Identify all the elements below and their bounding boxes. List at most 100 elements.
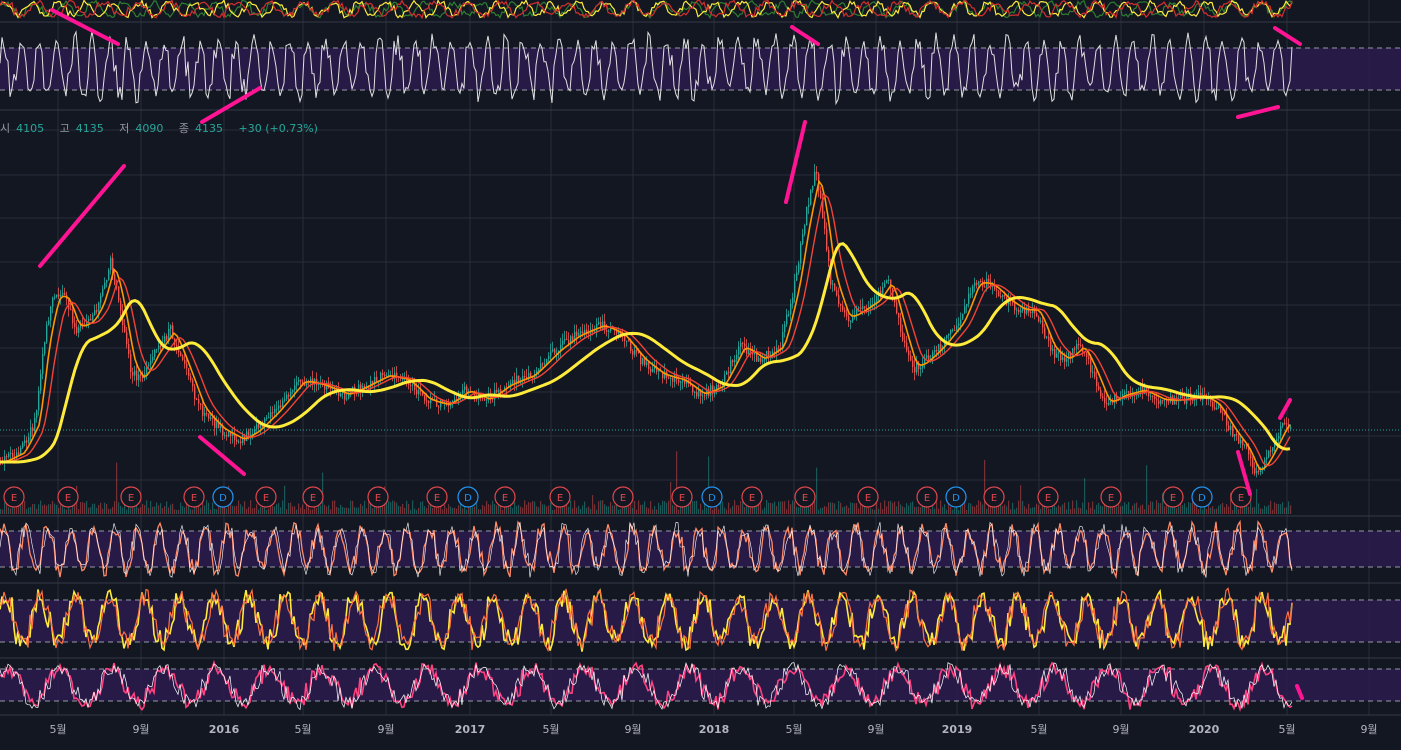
stock-chart[interactable]: E E E E D E E E E D E E E E D E E E E D E E E E D E 5월 9월 2016 5월 9월 2… (0, 0, 1401, 750)
time-axis-label: 9월 (1360, 723, 1377, 736)
volume-bar (840, 502, 842, 514)
event-label: E (1045, 493, 1051, 504)
volume-bar (350, 500, 352, 514)
candle (1270, 450, 1272, 452)
volume-bar (694, 501, 696, 514)
volume-bar (456, 508, 458, 514)
candle (826, 228, 828, 251)
earnings-marker[interactable]: E (1100, 486, 1122, 508)
volume-bar (766, 500, 768, 514)
earnings-marker[interactable]: E (426, 486, 448, 508)
candle (824, 218, 826, 229)
time-axis-label: 2020 (1189, 723, 1220, 736)
volume-bar (256, 504, 258, 514)
volume-bar (1024, 506, 1026, 514)
volume-bar (880, 502, 882, 514)
volume-bar (586, 507, 588, 514)
candle (976, 282, 978, 285)
candle (256, 424, 258, 430)
volume-bar (538, 507, 540, 514)
dividend-marker[interactable]: D (212, 486, 234, 508)
earnings-marker[interactable]: E (367, 486, 389, 508)
candle (804, 225, 806, 234)
event-label: E (802, 493, 808, 504)
volume-bar (400, 506, 402, 514)
volume-bar (872, 509, 874, 514)
earnings-marker[interactable]: E (1162, 486, 1184, 508)
volume-bar (162, 507, 164, 514)
earnings-marker[interactable]: E (671, 486, 693, 508)
candle (746, 346, 748, 355)
candle (190, 376, 192, 380)
earnings-marker[interactable]: E (494, 486, 516, 508)
volume-bar (640, 504, 642, 514)
earnings-marker[interactable]: E (741, 486, 763, 508)
earnings-marker[interactable]: E (612, 486, 634, 508)
volume-bar (336, 506, 338, 514)
volume-bar (1222, 502, 1224, 514)
candle (74, 323, 76, 327)
earnings-marker[interactable]: E (857, 486, 879, 508)
dividend-marker[interactable]: D (701, 486, 723, 508)
volume-bar (492, 500, 494, 514)
candle (554, 349, 556, 354)
event-label: E (557, 493, 563, 504)
candle (1226, 415, 1228, 426)
volume-bar (444, 504, 446, 514)
volume-bar (1148, 504, 1150, 514)
volume-bar (1086, 509, 1088, 514)
volume-bar (198, 505, 200, 514)
earnings-marker[interactable]: E (1037, 486, 1059, 508)
volume-bar (1158, 502, 1160, 514)
candle (76, 326, 78, 333)
volume-bar (778, 501, 780, 514)
candle (886, 280, 888, 284)
volume-bar (1182, 505, 1184, 514)
volume-bar (960, 505, 962, 514)
change-value: +30 (+0.73%) (238, 122, 318, 135)
earnings-marker[interactable]: E (57, 486, 79, 508)
candle (138, 374, 140, 381)
candle (1042, 320, 1044, 328)
volume-bar (566, 505, 568, 514)
volume-bar (44, 504, 46, 514)
volume-bar (190, 509, 192, 514)
volume-bar (590, 508, 592, 514)
volume-bar (428, 504, 430, 514)
volume-bar (906, 503, 908, 514)
earnings-marker[interactable]: E (120, 486, 142, 508)
earnings-marker[interactable]: E (3, 486, 25, 508)
candle (1152, 395, 1154, 397)
earnings-marker[interactable]: E (794, 486, 816, 508)
earnings-marker[interactable]: E (302, 486, 324, 508)
dividend-marker[interactable]: D (945, 486, 967, 508)
volume-bar (126, 509, 128, 514)
volume-bar (1056, 507, 1058, 514)
candle (956, 325, 958, 330)
dividend-marker[interactable]: D (457, 486, 479, 508)
candle (280, 405, 282, 408)
volume-bar (584, 501, 586, 514)
earnings-marker[interactable]: E (983, 486, 1005, 508)
dividend-marker[interactable]: D (1191, 486, 1213, 508)
volume-bar (448, 504, 450, 514)
earnings-marker[interactable]: E (549, 486, 571, 508)
candle (948, 333, 950, 336)
earnings-marker[interactable]: E (183, 486, 205, 508)
candle (1102, 396, 1104, 398)
volume-bar (14, 507, 16, 514)
candle (1054, 349, 1056, 358)
event-label: E (924, 493, 930, 504)
volume-bar (122, 507, 124, 514)
volume-bar (648, 508, 650, 514)
volume-bar (1058, 505, 1060, 514)
volume-bar (1090, 507, 1092, 514)
candle (1108, 402, 1110, 405)
candle (572, 336, 574, 341)
volume-bar (526, 504, 528, 514)
event-label: E (310, 493, 316, 504)
volume-bar (856, 503, 858, 514)
volume-bar (1232, 509, 1234, 514)
earnings-marker[interactable]: E (916, 486, 938, 508)
earnings-marker[interactable]: E (255, 486, 277, 508)
